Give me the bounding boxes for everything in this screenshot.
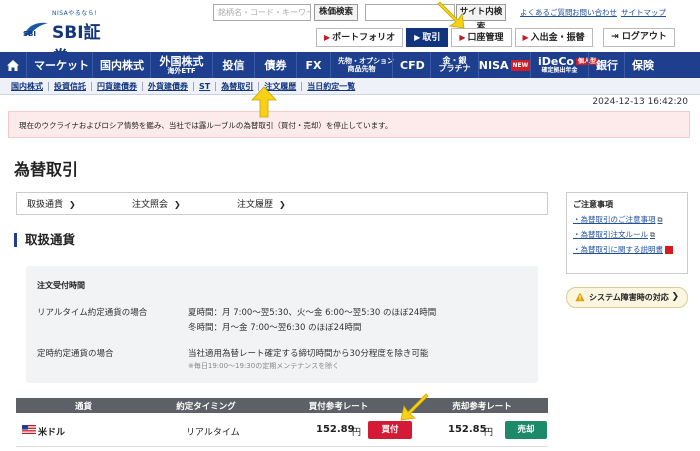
subnav-foreign-bonds[interactable]: 外貨建債券 [143,81,194,91]
sub-nav: 国内株式 投資信託 円貨建債券 外貨建債券 ST 為替取引 注文履歴 当日約定一… [0,78,700,95]
nav-fx[interactable]: FX [296,52,330,78]
annotation-arrow-icon [251,86,277,118]
chevron-right-icon: ❯ [69,200,76,209]
buy-rate: 152.89 [316,424,355,435]
page-title: 為替取引 [14,160,79,179]
caution-link-notes[interactable]: ・為替取引のご注意事項 ⧉ [573,214,681,225]
subnav-jpy-bonds[interactable]: 円貨建債券 [92,81,143,91]
currency-name: 米ドル [38,428,66,438]
subnav-domestic-stock[interactable]: 国内株式 [6,81,49,91]
caution-link-manual[interactable]: ・為替取引に関する説明書 [573,244,681,255]
order-hours-title: 注文受付時間 [37,281,85,290]
arrow-right-icon: ▶ [522,33,529,42]
execution-timing: リアルタイム [186,428,240,438]
subnav-funds[interactable]: 投資信託 [49,81,92,91]
nav-nisa[interactable]: NISA NEW [478,52,531,78]
external-link-icon: ⧉ [650,231,655,239]
fixed-label: 定時約定通貨の場合 [37,349,114,359]
header-timing: 約定タイミング [176,401,236,412]
header-sell-rate: 売却参考レート [452,401,512,412]
logout-icon: ⇥ [611,32,619,42]
header-currency: 通貨 [74,401,92,412]
fixed-value: 当社適用為替レート確定する締切時間から30分程度を除き可能 [188,349,429,359]
realtime-label: リアルタイム約定通貨の場合 [37,308,148,318]
nav-market[interactable]: マーケット [26,52,92,78]
buy-button[interactable]: 買付 [368,421,412,439]
nav-bank[interactable]: 銀行 [588,52,624,78]
nav-futures[interactable]: 先物・オプション 商品先物 [330,52,394,78]
arrow-right-icon: ▶ [324,33,331,42]
section-tabs: 取扱通貨 ❯ 注文照会 ❯ 注文履歴 ❯ [16,192,548,215]
nav-domestic-stock[interactable]: 国内株式 [92,52,150,78]
tab-account[interactable]: ▶ 口座管理 [451,28,512,47]
nav-insurance[interactable]: 保険 [624,52,660,78]
current-datetime: 2024-12-13 16:42:20 [592,97,688,107]
warning-icon [575,292,585,302]
realtime-summer: 夏時間：月 7:00～翌5:30、火～金 6:00～翌5:30 のほぼ24時間 [188,308,437,318]
faq-link[interactable]: よくあるご質問 [520,7,573,18]
system-failure-button[interactable]: システム障害時の対応 ❯ [566,287,688,308]
stock-search-input[interactable]: 銘柄名・コード・キーワード [213,4,311,21]
header-buy-rate: 買付参考レート [308,401,369,412]
order-hours-box: 注文受付時間 リアルタイム約定通貨の場合 夏時間：月 7:00～翌5:30、火～… [26,266,538,383]
section-tab-order-inquiry[interactable]: 注文照会 ❯ [122,197,227,210]
caution-panel: ご注意事項 ・為替取引のご注意事項 ⧉ ・為替取引注文ルール ⧉ ・為替取引に関する… [566,192,688,274]
sell-button[interactable]: 売却 [505,421,547,439]
arrow-right-icon: ▶ [459,33,466,42]
sitemap-link[interactable]: サイトマップ [621,7,666,18]
main-tabs: ▶ ポートフォリオ ▶ 取引 ▶ 口座管理 ▶ 入出金・振替 [313,28,593,47]
main-nav: マーケット 国内株式 外国株式 海外ETF 投信 債券 FX 先物・オプション 商品… [0,52,700,78]
sell-rate-unit: 円 [484,428,494,438]
home-icon [7,59,19,71]
logout-button[interactable]: ⇥ ログアウト [603,28,675,47]
external-link-icon: ⧉ [657,216,663,224]
tab-deposit[interactable]: ▶ 入出金・振替 [514,28,593,47]
caution-title: ご注意事項 [573,200,613,209]
new-badge: NEW [510,59,531,71]
logo-tagline: NISAやるなら! [52,10,98,17]
contact-link[interactable]: お問い合わせ [572,7,617,18]
nav-cfd[interactable]: CFD [392,52,430,78]
currency-table-header: 通貨 約定タイミング 買付参考レート 売却参考レート [16,398,548,413]
chevron-right-icon: ❯ [671,292,679,302]
sell-rate: 152.85 [448,424,487,435]
sbi-logo-icon: SBI [23,22,48,38]
annotation-arrow-icon [400,393,429,421]
section-tab-order-history[interactable]: 注文履歴 ❯ [227,197,332,210]
us-flag-icon [22,425,36,434]
subnav-today-executions[interactable]: 当日約定一覧 [302,82,360,91]
chevron-right-icon: ❯ [174,200,181,209]
nav-bonds[interactable]: 債券 [254,52,296,78]
tab-portfolio[interactable]: ▶ ポートフォリオ [316,28,404,47]
sbi-logo[interactable]: NISAやるなら! SBI SBI証券 [22,8,112,68]
subnav-st[interactable]: ST [194,81,217,91]
caution-link-rules[interactable]: ・為替取引注文ルール ⧉ [573,229,681,240]
annotation-arrow-icon [437,1,465,29]
stock-search-button[interactable]: 株価検索 [314,4,358,21]
header: NISAやるなら! SBI SBI証券 銘柄名・コード・キーワード 株価検索 サ… [0,0,700,68]
nav-funds[interactable]: 投信 [212,52,254,78]
section-tab-currencies[interactable]: 取扱通貨 ❯ [17,197,122,210]
svg-text:SBI: SBI [23,30,36,38]
nav-home[interactable] [0,52,26,78]
section-title: 取扱通貨 [14,233,75,247]
arrow-right-icon: ▶ [414,33,421,42]
pdf-icon [665,246,673,254]
nav-ideco[interactable]: iDeCo 個人型 確定拠出年金 [530,52,599,78]
table-row: 米ドル リアルタイム 152.89 円 買付 152.85 円 売却 [16,413,548,447]
chevron-right-icon: ❯ [279,200,286,209]
tab-trade[interactable]: ▶ 取引 [406,28,449,47]
nav-gold[interactable]: 金・銀 プラチナ [430,52,478,78]
nav-foreign-stock[interactable]: 外国株式 海外ETF [150,52,212,78]
realtime-winter: 冬時間：月～金 7:00～翌6:30 のほぼ24時間 [188,323,362,333]
notice-banner: 現在のウクライナおよびロシア情勢を鑑み、当社では露ルーブルの為替取引（買付・売却… [8,111,690,138]
buy-rate-unit: 円 [352,428,362,438]
fixed-note: ※毎日19:00～19:30の定期メンテナンスを除く [188,362,340,370]
